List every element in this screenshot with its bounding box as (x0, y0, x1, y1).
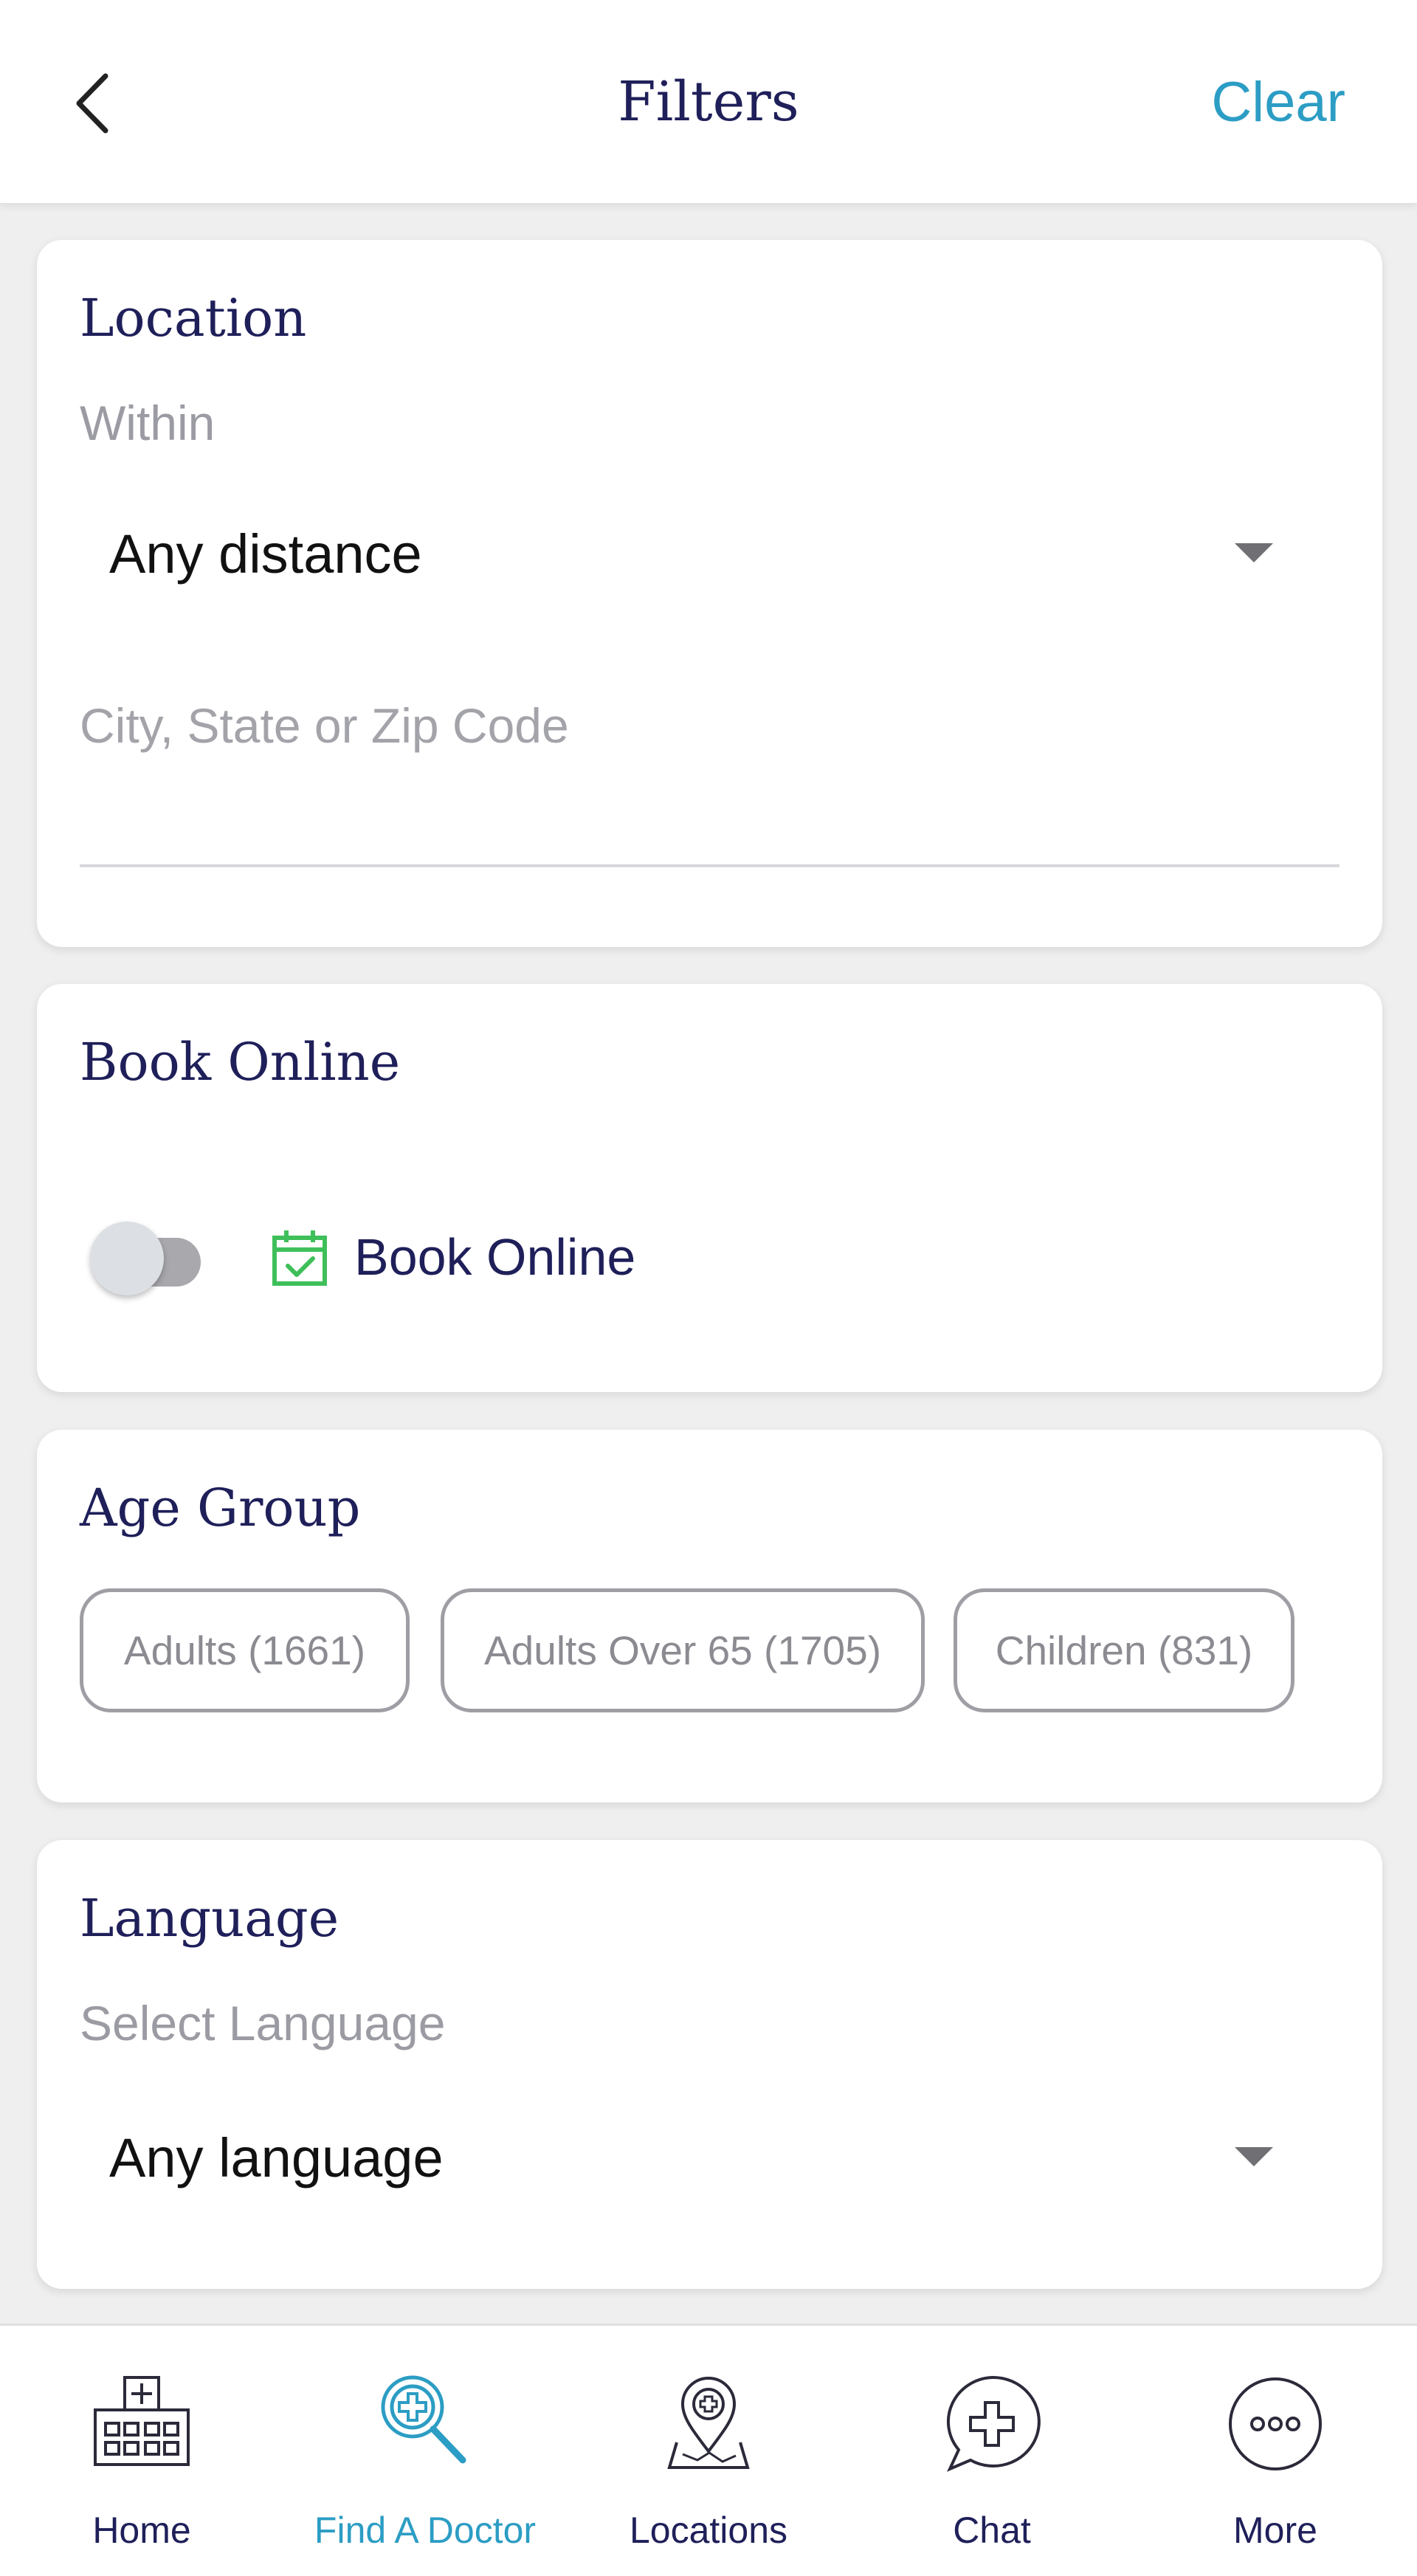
tab-home-label: Home (92, 2510, 191, 2551)
hospital-icon (94, 2376, 190, 2466)
location-pin-icon (667, 2377, 750, 2469)
bottom-tab-bar: Home Find A Doctor Locations Chat More (0, 2324, 1417, 2576)
tab-chat-label: Chat (953, 2510, 1031, 2551)
select-language-label: Select Language (80, 1996, 446, 2050)
book-online-card: Book Online Book Online (37, 984, 1382, 1392)
language-card: Language Select Language Any language (37, 1840, 1382, 2289)
language-value: Any language (109, 2127, 444, 2188)
tab-locations-label: Locations (629, 2510, 788, 2551)
app-header: Filters Clear (0, 0, 1417, 204)
age-chip-adults-over-65[interactable]: Adults Over 65 (1705) (441, 1588, 925, 1712)
caret-down-icon (1235, 2147, 1273, 2166)
toggle-knob (90, 1222, 164, 1295)
caret-down-icon (1235, 543, 1273, 562)
tab-find-a-doctor[interactable]: Find A Doctor (283, 2326, 567, 2576)
book-online-label: Book Online (354, 1228, 636, 1286)
within-label: Within (80, 396, 216, 450)
book-online-title: Book Online (80, 1032, 401, 1092)
tab-locations[interactable]: Locations (567, 2326, 850, 2576)
calendar-check-icon (272, 1230, 327, 1286)
tab-home[interactable]: Home (0, 2326, 283, 2576)
age-group-title: Age Group (80, 1478, 361, 1538)
language-select[interactable]: Any language (80, 2106, 1340, 2202)
page-title: Filters (618, 70, 799, 134)
book-online-toggle[interactable] (90, 1222, 208, 1295)
tab-more[interactable]: More (1134, 2326, 1417, 2576)
distance-select[interactable]: Any distance (80, 502, 1340, 598)
tab-find-a-doctor-label: Find A Doctor (314, 2510, 537, 2551)
clear-button[interactable]: Clear (1211, 70, 1345, 134)
doctor-search-icon (381, 2375, 466, 2464)
tab-chat[interactable]: Chat (850, 2326, 1134, 2576)
city-state-zip-input[interactable] (80, 690, 1340, 867)
location-card: Location Within Any distance (37, 240, 1382, 947)
location-title: Location (80, 288, 307, 348)
age-group-card: Age Group Adults (1661) Adults Over 65 (… (37, 1430, 1382, 1802)
age-chip-children[interactable]: Children (831) (954, 1588, 1294, 1712)
distance-value: Any distance (109, 523, 422, 585)
more-dots-icon (1229, 2377, 1322, 2470)
tab-more-label: More (1233, 2510, 1317, 2551)
age-chip-adults[interactable]: Adults (1661) (80, 1588, 410, 1712)
chat-bubble-icon (947, 2375, 1041, 2472)
language-title: Language (80, 1888, 339, 1949)
